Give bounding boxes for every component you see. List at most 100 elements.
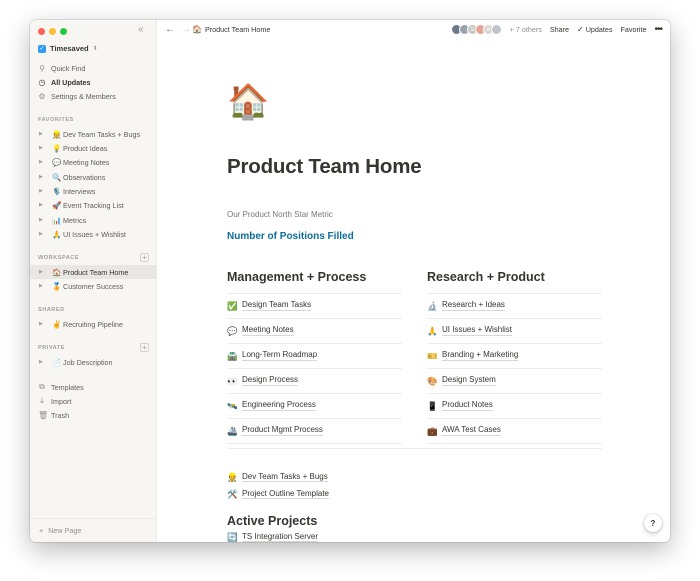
page-emoji-icon: 🎫	[427, 350, 438, 361]
page-link-design-process[interactable]: 👀 Design Process	[227, 369, 402, 394]
collapse-sidebar-icon[interactable]: «	[138, 24, 144, 35]
settings-members-button[interactable]: ⚙ Settings & Members	[38, 90, 115, 102]
collaborator-avatars[interactable]: S A	[450, 24, 502, 35]
sidebar-item-customer-success[interactable]: ▶ 🏅 Customer Success	[30, 279, 157, 293]
page-link-label: Engineering Process	[242, 400, 316, 411]
workspace-switcher[interactable]: ✓ Timesaved ⬍	[38, 44, 98, 53]
sidebar-item-product-team-home[interactable]: ▶ 🏠 Product Team Home	[30, 265, 157, 279]
window-controls	[38, 28, 67, 35]
expand-caret-icon[interactable]: ▶	[39, 131, 51, 137]
chevron-updown-icon: ⬍	[92, 46, 98, 52]
page-link-engineering-process[interactable]: 🛰️ Engineering Process	[227, 394, 402, 419]
page-link-awa-test-cases[interactable]: 💼 AWA Test Cases	[427, 419, 602, 444]
workspace-section-label: WORKSPACE	[38, 255, 80, 261]
page-emoji-icon[interactable]: 🏠	[227, 85, 269, 119]
sidebar-item-recruiting-pipeline[interactable]: ▶ ✌️ Recruiting Pipeline	[30, 317, 157, 331]
close-window-button[interactable]	[38, 28, 45, 35]
page-emoji-icon: 🚀	[52, 200, 62, 210]
page-emoji-icon: 💬	[52, 157, 62, 167]
expand-caret-icon[interactable]: ▶	[39, 269, 51, 275]
sidebar-item-ui-issues-wishlist[interactable]: ▶ 🙏 UI Issues + Wishlist	[30, 227, 157, 241]
sidebar-item-label: Observations	[63, 172, 106, 182]
page-link-ts-integration-server[interactable]: 🔄 TS Integration Server	[227, 531, 319, 542]
page-link-product-notes[interactable]: 📱 Product Notes	[427, 394, 602, 419]
minimize-window-button[interactable]	[49, 28, 56, 35]
expand-caret-icon[interactable]: ▶	[39, 217, 51, 223]
breadcrumb[interactable]: 🏠 Product Team Home	[192, 25, 270, 34]
back-arrow-icon[interactable]: ←	[165, 24, 175, 35]
sidebar-item-label: Product Team Home	[63, 267, 129, 277]
zoom-window-button[interactable]	[60, 28, 67, 35]
trash-button[interactable]: 🗑 Trash	[38, 409, 69, 421]
sidebar-item-interviews[interactable]: ▶ 🎙️ Interviews	[30, 184, 157, 198]
expand-caret-icon[interactable]: ▶	[39, 159, 51, 165]
page-link-ui-issues-wishlist[interactable]: 🙏 UI Issues + Wishlist	[427, 319, 602, 344]
page-link-project-outline-template[interactable]: 🛠️ Project Outline Template	[227, 489, 330, 500]
updates-button[interactable]: ✓ Updates	[577, 25, 612, 34]
page-emoji-icon: 🏠	[52, 267, 62, 277]
sidebar-item-label: Metrics	[63, 215, 87, 225]
templates-icon: ⧉	[39, 382, 45, 391]
sidebar-item-event-tracking-list[interactable]: ▶ 🚀 Event Tracking List	[30, 198, 157, 212]
checkmark-icon: ✓	[577, 25, 584, 34]
sidebar-item-meeting-notes[interactable]: ▶ 💬 Meeting Notes	[30, 155, 157, 169]
others-count[interactable]: + 7 others	[510, 25, 542, 34]
page-emoji-icon: 🛰️	[227, 400, 238, 411]
favorite-button[interactable]: Favorite	[621, 25, 647, 34]
page-link-dev-team-tasks[interactable]: 👷 Dev Team Tasks + Bugs	[227, 472, 328, 483]
add-workspace-page-button[interactable]: +	[140, 253, 149, 262]
page-emoji-icon: 👷	[52, 129, 62, 139]
page-link-label: AWA Test Cases	[442, 425, 501, 436]
expand-caret-icon[interactable]: ▶	[39, 188, 51, 194]
sidebar-item-job-description[interactable]: ▶ 📄 Job Description	[30, 355, 157, 369]
expand-caret-icon[interactable]: ▶	[39, 321, 51, 327]
import-button[interactable]: ⤓ Import	[38, 395, 71, 407]
avatar[interactable]	[490, 24, 502, 35]
more-options-icon[interactable]: •••	[654, 24, 662, 35]
expand-caret-icon[interactable]: ▶	[39, 202, 51, 208]
page-link-label: Branding + Marketing	[442, 350, 519, 361]
forward-arrow-icon[interactable]: →	[181, 24, 191, 35]
page-link-meeting-notes[interactable]: 💬 Meeting Notes	[227, 319, 402, 344]
breadcrumb-label: Product Team Home	[204, 25, 271, 34]
metric-link[interactable]: Number of Positions Filled	[227, 231, 354, 242]
page-emoji-icon: 🏅	[52, 281, 62, 291]
new-page-button[interactable]: + New Page	[30, 518, 157, 542]
sidebar-item-metrics[interactable]: ▶ 📊 Metrics	[30, 213, 157, 227]
expand-caret-icon[interactable]: ▶	[39, 283, 51, 289]
page-title[interactable]: Product Team Home	[227, 155, 422, 179]
quick-find-button[interactable]: ⚲ Quick Find	[38, 62, 85, 74]
nav-label: Templates	[51, 382, 84, 392]
templates-button[interactable]: ⧉ Templates	[38, 381, 84, 393]
page-emoji-icon: 🚢	[227, 425, 238, 436]
sidebar-item-dev-team-tasks[interactable]: ▶ 👷 Dev Team Tasks + Bugs	[30, 127, 157, 141]
page-emoji-icon: 💬	[227, 325, 238, 336]
page-link-label: TS Integration Server	[242, 531, 319, 542]
page-emoji-icon: 💡	[52, 143, 62, 153]
page-link-branding-marketing[interactable]: 🎫 Branding + Marketing	[427, 344, 602, 369]
page-link-long-term-roadmap[interactable]: 🛣️ Long-Term Roadmap	[227, 344, 402, 369]
page-emoji-icon: 🎙️	[52, 186, 62, 196]
page-link-design-system[interactable]: 🎨 Design System	[427, 369, 602, 394]
sidebar-item-observations[interactable]: ▶ 🔍 Observations	[30, 170, 157, 184]
sidebar-item-product-ideas[interactable]: ▶ 💡 Product Ideas	[30, 141, 157, 155]
favorites-section-label: FAVORITES	[38, 117, 74, 123]
sidebar-item-label: Interviews	[63, 186, 96, 196]
expand-caret-icon[interactable]: ▶	[39, 231, 51, 237]
expand-caret-icon[interactable]: ▶	[39, 174, 51, 180]
share-button[interactable]: Share	[550, 25, 569, 34]
expand-caret-icon[interactable]: ▶	[39, 145, 51, 151]
expand-caret-icon[interactable]: ▶	[39, 359, 51, 365]
page-link-label: Product Mgmt Process	[242, 425, 323, 436]
page-emoji-icon: ✌️	[52, 319, 62, 329]
sidebar-item-label: Recruiting Pipeline	[63, 319, 123, 329]
all-updates-button[interactable]: ◷ All Updates	[38, 76, 91, 88]
page-link-design-team-tasks[interactable]: ✅ Design Team Tasks	[227, 294, 402, 319]
page-emoji-icon: 📱	[427, 400, 438, 411]
add-private-page-button[interactable]: +	[140, 343, 149, 352]
page-link-research-ideas[interactable]: 🔬 Research + Ideas	[427, 294, 602, 319]
help-button[interactable]: ?	[644, 514, 662, 532]
management-process-column: Management + Process ✅ Design Team Tasks…	[227, 270, 402, 444]
page-emoji-icon: 💼	[427, 425, 438, 436]
page-link-product-mgmt-process[interactable]: 🚢 Product Mgmt Process	[227, 419, 402, 444]
